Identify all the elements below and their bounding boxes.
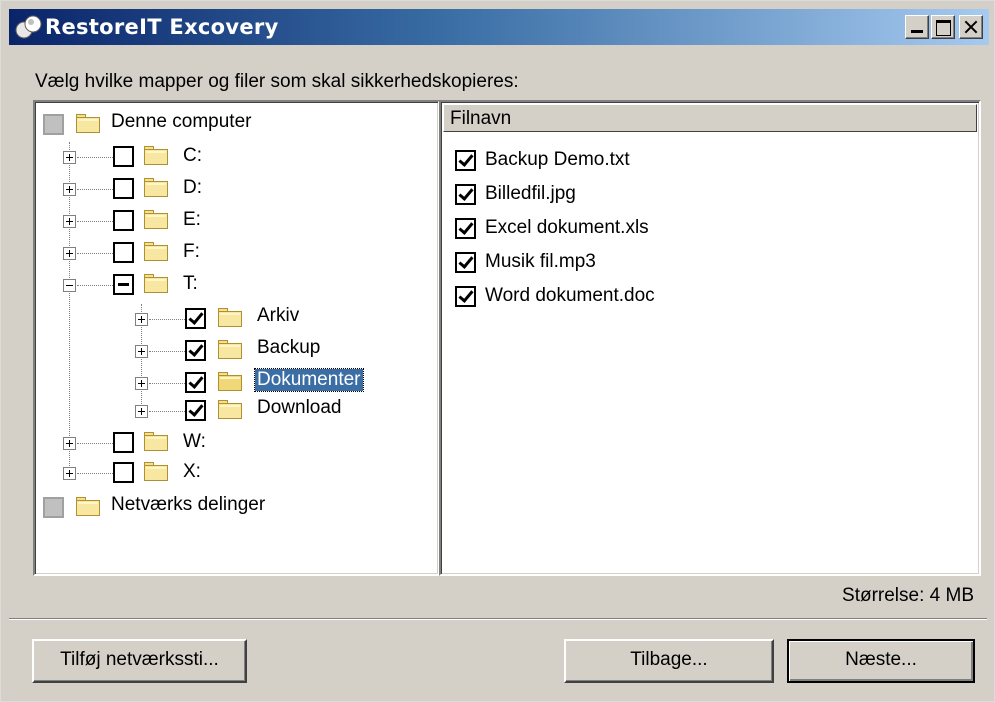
expand-icon[interactable] bbox=[135, 313, 148, 326]
tree-item-label: Dokumenter bbox=[254, 368, 364, 392]
close-button[interactable] bbox=[959, 15, 983, 39]
expand-icon[interactable] bbox=[63, 183, 76, 196]
tree-item-label: Download bbox=[257, 397, 342, 418]
expand-icon[interactable] bbox=[135, 405, 148, 418]
file-name: Billedfil.jpg bbox=[485, 183, 576, 204]
next-button[interactable]: Næste... bbox=[787, 639, 975, 683]
divider bbox=[9, 618, 987, 620]
tree-checkbox[interactable] bbox=[185, 308, 206, 329]
folder-icon bbox=[75, 496, 101, 517]
file-checkbox[interactable] bbox=[455, 184, 476, 205]
folder-icon bbox=[217, 307, 243, 328]
tree-item-label: W: bbox=[183, 431, 206, 452]
tree-connector bbox=[149, 319, 185, 320]
tree-connector bbox=[77, 285, 113, 286]
folder-icon bbox=[143, 177, 169, 198]
tree-connector bbox=[77, 253, 113, 254]
tree-item-label: Netværks delinger bbox=[111, 494, 266, 515]
tree-connector bbox=[77, 443, 113, 444]
folder-icon bbox=[217, 339, 243, 360]
file-checkbox[interactable] bbox=[455, 252, 476, 273]
tree-checkbox[interactable] bbox=[185, 372, 206, 393]
expand-icon[interactable] bbox=[63, 467, 76, 480]
file-name: Word dokument.doc bbox=[485, 285, 655, 306]
tree-checkbox[interactable] bbox=[113, 274, 134, 295]
folder-icon bbox=[217, 399, 243, 420]
tree-connector bbox=[77, 221, 113, 222]
column-header-filename[interactable]: Filnavn bbox=[443, 104, 977, 132]
expand-icon[interactable] bbox=[63, 151, 76, 164]
app-window: RestoreIT Excovery Vælg hvilke mapper og… bbox=[0, 0, 995, 702]
total-size-label: Størrelse: 4 MB bbox=[842, 585, 974, 606]
folder-icon bbox=[143, 241, 169, 262]
tree-checkbox[interactable] bbox=[113, 462, 134, 483]
expand-icon[interactable] bbox=[63, 437, 76, 450]
file-checkbox[interactable] bbox=[455, 286, 476, 307]
tree-checkbox[interactable] bbox=[43, 497, 64, 518]
minimize-button[interactable] bbox=[905, 15, 929, 39]
file-list[interactable]: Filnavn Backup Demo.txt Billedfil.jpg Ex… bbox=[439, 100, 981, 576]
open-folder-icon bbox=[217, 371, 243, 392]
folder-icon bbox=[143, 209, 169, 230]
tree-checkbox[interactable] bbox=[113, 178, 134, 199]
file-name: Backup Demo.txt bbox=[485, 149, 630, 170]
folder-tree[interactable]: Denne computer C: D: E: F: T: Arkiv Back… bbox=[33, 100, 440, 576]
tree-item-label: T: bbox=[183, 273, 198, 294]
expand-icon[interactable] bbox=[135, 345, 148, 358]
tree-item-label: Denne computer bbox=[111, 111, 252, 132]
file-checkbox[interactable] bbox=[455, 218, 476, 239]
maximize-button[interactable] bbox=[931, 15, 955, 39]
tree-item-label: D: bbox=[183, 177, 202, 198]
expand-icon[interactable] bbox=[135, 377, 148, 390]
folder-icon bbox=[143, 431, 169, 452]
tree-checkbox[interactable] bbox=[43, 114, 64, 135]
app-logo-icon bbox=[15, 15, 42, 39]
expand-icon[interactable] bbox=[63, 247, 76, 260]
tree-checkbox[interactable] bbox=[113, 432, 134, 453]
tree-connector bbox=[77, 189, 113, 190]
tree-checkbox[interactable] bbox=[113, 242, 134, 263]
folder-icon bbox=[143, 145, 169, 166]
file-name: Musik fil.mp3 bbox=[485, 251, 596, 272]
file-name: Excel dokument.xls bbox=[485, 217, 649, 238]
file-checkbox[interactable] bbox=[455, 150, 476, 171]
folder-icon bbox=[75, 113, 101, 134]
tree-connector bbox=[77, 473, 113, 474]
add-network-path-button[interactable]: Tilføj netværkssti... bbox=[32, 639, 247, 683]
folder-icon bbox=[143, 273, 169, 294]
tree-item-label: C: bbox=[183, 145, 202, 166]
tree-item-label: F: bbox=[183, 241, 200, 262]
tree-item-label: E: bbox=[183, 209, 201, 230]
tree-connector bbox=[149, 383, 185, 384]
tree-connector bbox=[149, 351, 185, 352]
title-bar[interactable]: RestoreIT Excovery bbox=[9, 9, 989, 45]
tree-connector bbox=[149, 411, 185, 412]
tree-checkbox[interactable] bbox=[185, 400, 206, 421]
tree-item-label: X: bbox=[183, 461, 201, 482]
window-title: RestoreIT Excovery bbox=[45, 15, 279, 39]
tree-item-label: Arkiv bbox=[257, 305, 300, 326]
tree-item-label: Backup bbox=[257, 337, 321, 358]
folder-icon bbox=[143, 461, 169, 482]
tree-connector bbox=[77, 157, 113, 158]
tree-checkbox[interactable] bbox=[113, 210, 134, 231]
tree-checkbox[interactable] bbox=[185, 340, 206, 361]
tree-checkbox[interactable] bbox=[113, 146, 134, 167]
expand-icon[interactable] bbox=[63, 215, 76, 228]
instruction-label: Vælg hvilke mapper og filer som skal sik… bbox=[35, 71, 519, 92]
back-button[interactable]: Tilbage... bbox=[564, 639, 774, 683]
window-controls bbox=[903, 15, 983, 39]
collapse-icon[interactable] bbox=[63, 279, 76, 292]
